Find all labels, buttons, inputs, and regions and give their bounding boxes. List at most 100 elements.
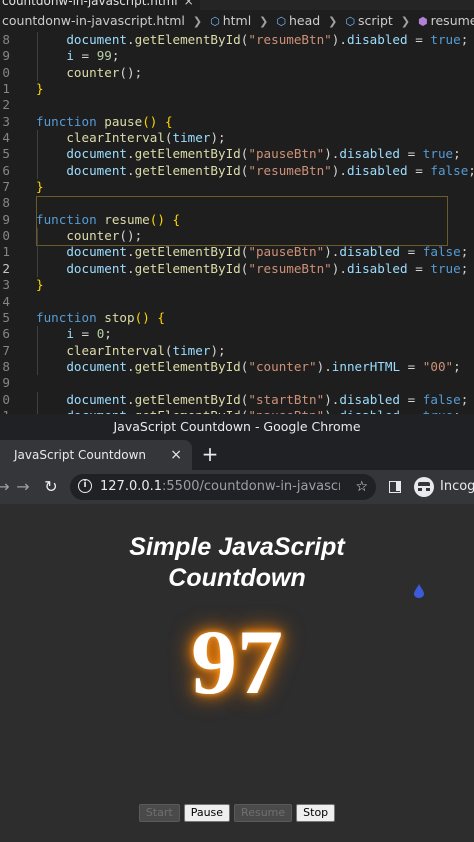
code-text[interactable]: clearInterval(timer); <box>36 342 225 359</box>
code-line[interactable]: 7} <box>0 179 474 195</box>
code-token: ; <box>104 326 112 342</box>
star-icon[interactable]: ☆ <box>355 474 368 500</box>
address-bar[interactable]: i 127.0.0.1:5500/countdonw-in-javascri..… <box>70 474 376 500</box>
code-text[interactable]: } <box>36 277 44 293</box>
breadcrumb-head[interactable]: head <box>289 13 320 28</box>
code-line[interactable]: 0 document.getElementById("startBtn").di… <box>0 391 474 408</box>
browser-tab-title: JavaScript Countdown <box>14 448 146 462</box>
code-token: . <box>127 391 135 407</box>
code-line[interactable]: 8 document.getElementById("resumeBtn").d… <box>0 32 474 49</box>
breadcrumb-script[interactable]: script <box>358 13 393 28</box>
code-text[interactable]: document.getElementById("startBtn").disa… <box>36 392 468 408</box>
code-line[interactable]: 7 clearInterval(timer); <box>0 342 474 359</box>
code-line[interactable]: 8 <box>0 195 474 211</box>
start-button[interactable]: Start <box>138 804 180 822</box>
breadcrumb-file[interactable]: countdonw-in-javascript.html <box>2 13 185 28</box>
code-line[interactable]: 0 counter(); <box>0 64 474 82</box>
indent-guide <box>37 64 38 82</box>
indent-guide <box>37 228 38 245</box>
indent-guide <box>37 260 38 278</box>
code-token: "pauseBtn" <box>248 244 325 260</box>
code-text[interactable]: counter(); <box>36 228 142 244</box>
code-line[interactable]: 4 <box>0 294 474 310</box>
code-token: = <box>400 146 423 162</box>
browser-tab-strip: JavaScript Countdown × + <box>0 440 474 470</box>
breadcrumb-resume[interactable]: resume <box>431 13 474 28</box>
code-line[interactable]: 2 <box>0 97 474 113</box>
back-arrow-icon[interactable]: → <box>0 470 12 504</box>
code-text[interactable]: document.getElementById("counter").inner… <box>36 358 460 375</box>
url-text[interactable]: 127.0.0.1:5500/countdonw-in-javascri... <box>100 474 340 500</box>
code-token: i <box>66 48 74 64</box>
line-number: 2 <box>2 97 10 113</box>
code-line[interactable]: 1} <box>0 81 474 97</box>
code-line[interactable]: 0 counter(); <box>0 228 474 245</box>
code-editor[interactable]: countdonw-in-javascript.html × countdonw-… <box>0 0 474 414</box>
new-tab-button[interactable]: + <box>200 440 220 470</box>
forward-arrow-icon[interactable]: → <box>14 470 32 504</box>
code-line[interactable]: 5 function stop() { <box>0 310 474 326</box>
close-tab-icon[interactable]: × <box>170 440 182 470</box>
code-text[interactable]: clearInterval(timer); <box>36 130 225 146</box>
code-line[interactable]: 4 clearInterval(timer); <box>0 130 474 147</box>
code-line[interactable]: 1 document.getElementById("pauseBtn").di… <box>0 244 474 261</box>
code-line[interactable]: 5 document.getElementById("pauseBtn").di… <box>0 146 474 163</box>
breadcrumb-html[interactable]: html <box>223 13 251 28</box>
code-text[interactable]: counter(); <box>36 65 142 81</box>
line-number: 1 <box>2 244 10 260</box>
pause-button[interactable]: Pause <box>183 804 231 822</box>
code-line[interactable]: 9 <box>0 375 474 391</box>
code-text[interactable]: document.getElementById("pauseBtn").disa… <box>36 146 460 162</box>
code-text[interactable]: } <box>36 179 44 195</box>
code-text[interactable]: document.getElementById("resumeBtn").dis… <box>36 261 468 277</box>
indent-guide <box>37 32 38 49</box>
code-line[interactable]: 9 i = 99; <box>0 48 474 65</box>
code-token: disabled <box>339 146 401 162</box>
stop-button[interactable]: Stop <box>296 804 336 822</box>
line-number: 3 <box>2 277 10 293</box>
line-number: 6 <box>2 326 10 342</box>
code-text[interactable]: document.getElementById("resumeBtn").dis… <box>36 163 474 179</box>
head-element-icon: ⬡ <box>276 15 286 28</box>
editor-tab-active[interactable]: countdonw-in-javascript.html × <box>0 0 200 10</box>
code-line[interactable]: 9 function resume() { <box>0 212 474 228</box>
code-line[interactable]: 8 document.getElementById("counter").inn… <box>0 358 474 376</box>
code-token: ; <box>460 391 469 407</box>
browser-tab[interactable]: JavaScript Countdown × <box>0 440 192 470</box>
code-token: 99 <box>96 48 112 64</box>
code-line[interactable]: 2 document.getElementById("resumeBtn").d… <box>0 260 474 278</box>
close-icon[interactable]: × <box>184 0 194 8</box>
reload-icon[interactable]: ↻ <box>42 470 60 504</box>
code-text[interactable]: i = 99; <box>36 48 119 64</box>
code-token: "counter" <box>248 358 317 374</box>
code-line[interactable]: 3 function pause() { <box>0 114 474 130</box>
info-icon[interactable]: i <box>78 479 92 493</box>
incognito-icon[interactable] <box>414 477 434 497</box>
code-token: function <box>36 113 97 129</box>
page-viewport: Simple JavaScript Countdown 97 Start Pau… <box>0 504 474 842</box>
code-line[interactable]: 6 i = 0; <box>0 326 474 343</box>
indent-guide <box>37 391 38 408</box>
resume-button[interactable]: Resume <box>234 804 293 822</box>
line-number: 4 <box>2 293 10 309</box>
code-text[interactable]: document.getElementById("pauseBtn").disa… <box>36 244 468 260</box>
code-token: ). <box>324 146 340 162</box>
code-token: clearInterval <box>66 342 165 358</box>
code-text[interactable]: function pause() { <box>36 114 173 130</box>
code-text[interactable]: } <box>36 81 44 97</box>
side-panel-icon[interactable] <box>389 481 401 493</box>
code-token: (); <box>119 64 143 80</box>
code-token: } <box>36 179 44 195</box>
code-text[interactable]: function resume() { <box>36 212 180 228</box>
code-lines[interactable]: 8 document.getElementById("resumeBtn").d… <box>0 32 474 414</box>
code-text[interactable]: document.getElementById("resumeBtn").dis… <box>36 32 468 48</box>
code-text[interactable]: i = 0; <box>36 326 112 342</box>
code-token: getElementById <box>134 391 241 407</box>
code-token: () <box>142 113 158 129</box>
code-text[interactable]: function stop() { <box>36 310 165 326</box>
code-line[interactable]: 3} <box>0 277 474 293</box>
code-line[interactable]: 6 document.getElementById("resumeBtn").d… <box>0 162 474 180</box>
profile-label[interactable]: Incog <box>440 470 474 504</box>
